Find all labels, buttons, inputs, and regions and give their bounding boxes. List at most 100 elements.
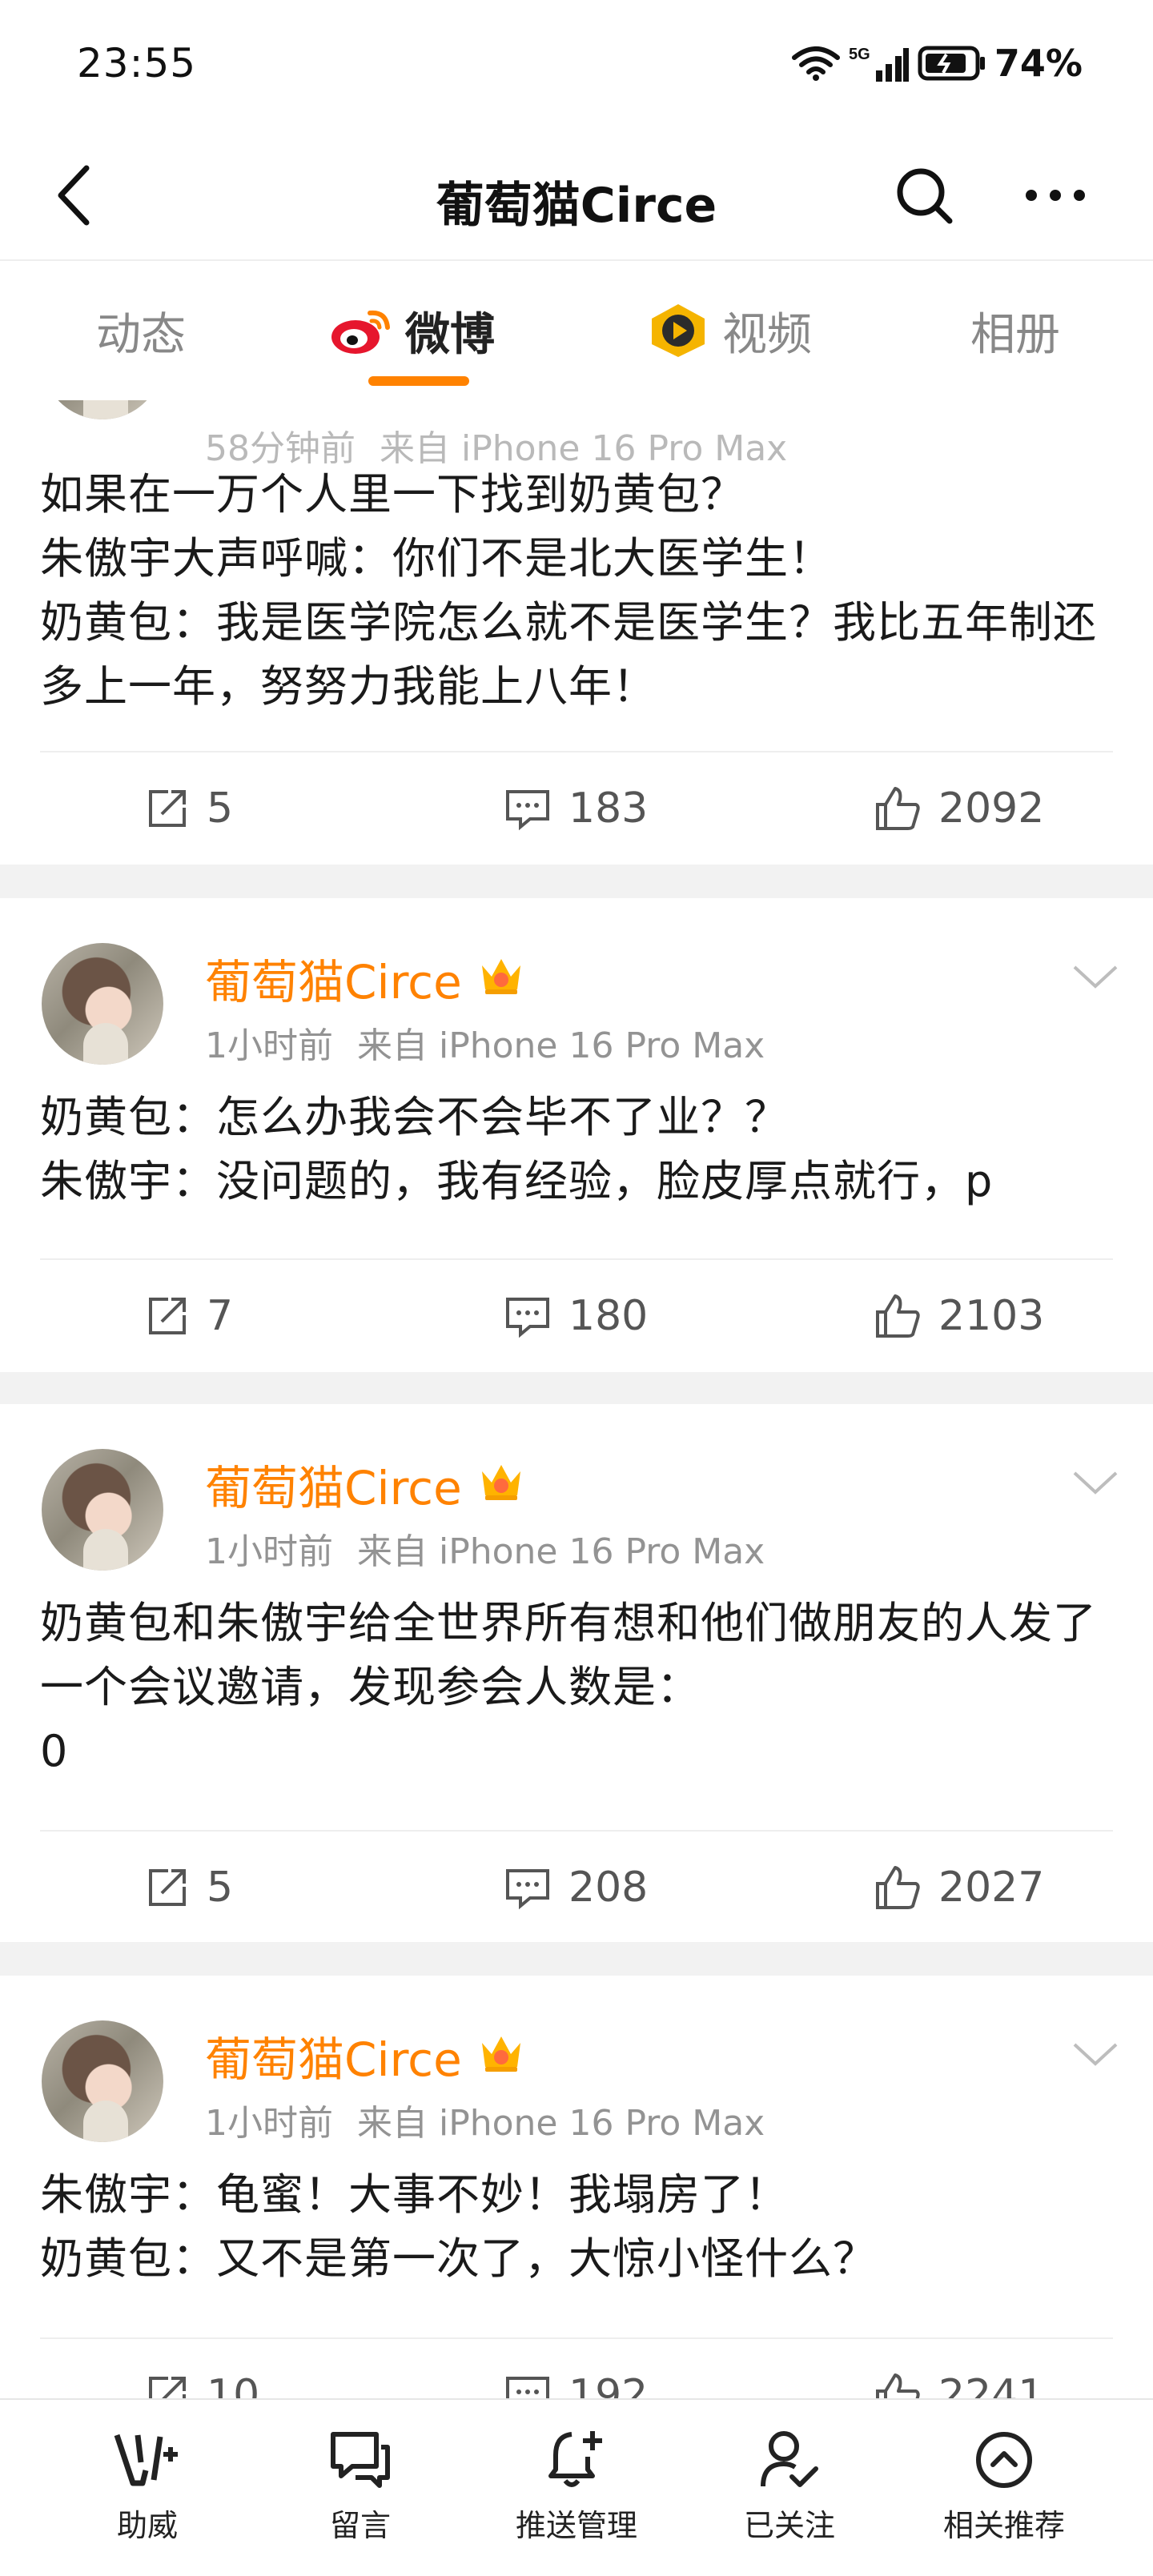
- like-count: 2241: [938, 2371, 1045, 2398]
- repost-count: 10: [207, 2371, 260, 2398]
- post-time: 1小时前: [205, 2103, 333, 2144]
- repost-icon: [149, 2377, 186, 2398]
- search-icon: [897, 168, 953, 224]
- repost-count: 5: [207, 1864, 234, 1912]
- vip-crown-icon: [482, 959, 520, 994]
- comment-button[interactable]: 180: [503, 1260, 648, 1372]
- comment-icon: [506, 790, 549, 831]
- post-time: 1小时前: [205, 1531, 333, 1572]
- post-text: 奶黄包和朱傲宇给全世界所有想和他们做朋友的人发了一个会议邀请，发现参会人数是： …: [40, 1598, 1097, 1776]
- nav-cheer[interactable]: 助威: [59, 2424, 235, 2545]
- tab-dynamic[interactable]: 动态: [96, 295, 186, 367]
- post-card: 葡萄猫Circe 1小时前 来自 iPhone 16 Pro Max 奶黄包和朱傲…: [0, 1404, 1153, 1942]
- post-source: 来自 iPhone 16 Pro Max: [357, 1531, 765, 1572]
- vip-crown-icon: [482, 1465, 520, 1500]
- tab-label: 视频: [722, 308, 812, 361]
- bottom-nav: 助威 留言 推送管理 已关注 相关推荐: [0, 2398, 1153, 2576]
- nav-message[interactable]: 留言: [272, 2424, 448, 2545]
- nav-label: 相关推荐: [942, 2508, 1065, 2543]
- comment-count: 183: [568, 784, 649, 833]
- like-button[interactable]: 2103: [873, 1260, 1044, 1372]
- like-count: 2027: [938, 1864, 1045, 1912]
- thumbs-up-icon: [876, 1866, 920, 1909]
- post-text: 朱傲宇：龟蜜！大事不妙！我塌房了！ 奶黄包：又不是第一次了，大惊小怪什么？: [40, 2169, 877, 2284]
- post-actions: 10 192 2241: [40, 2337, 1113, 2398]
- status-icons: 5G 74%: [791, 42, 1083, 85]
- post-text: 奶黄包：怎么办我会不会毕不了业？？ 朱傲宇：没问题的，我有经验，脸皮厚点就行，p: [40, 1092, 994, 1206]
- repost-button[interactable]: 5: [144, 752, 233, 865]
- nav-recommend[interactable]: 相关推荐: [916, 2424, 1092, 2545]
- more-button[interactable]: [1015, 155, 1095, 235]
- repost-button[interactable]: 7: [144, 1260, 233, 1372]
- wifi-icon: [791, 46, 840, 81]
- comment-count: 192: [568, 2371, 649, 2398]
- post-meta: 1小时前 来自 iPhone 16 Pro Max: [205, 1523, 765, 1574]
- post-card: 葡萄猫Circe 1小时前 来自 iPhone 16 Pro Max 奶黄包：怎么…: [0, 898, 1153, 1372]
- svg-text:5G: 5G: [849, 46, 870, 63]
- avatar[interactable]: [42, 943, 163, 1065]
- like-count: 2092: [938, 784, 1045, 833]
- tab-album[interactable]: 相册: [970, 295, 1060, 367]
- avatar[interactable]: [42, 2020, 163, 2142]
- profile-tabs: 动态 微博 视频 相册: [0, 261, 1153, 400]
- repost-button[interactable]: 10: [144, 2339, 259, 2398]
- battery-icon: [918, 46, 985, 81]
- nav-label: 已关注: [743, 2508, 835, 2543]
- comment-button[interactable]: 183: [503, 752, 648, 865]
- user-check-icon: [761, 2431, 818, 2487]
- post-menu-chevron-icon[interactable]: [1070, 2038, 1121, 2070]
- comment-icon: [506, 1298, 549, 1338]
- top-header: 葡萄猫Circe: [0, 128, 1153, 261]
- post-author[interactable]: 葡萄猫Circe: [205, 2022, 462, 2089]
- post-time: 1小时前: [205, 1025, 333, 1066]
- post-source: 来自 iPhone 16 Pro Max: [357, 1025, 765, 1066]
- comment-button[interactable]: 192: [503, 2339, 648, 2398]
- post-author[interactable]: 葡萄猫Circe: [205, 1451, 462, 1518]
- tab-weibo[interactable]: 微博: [330, 295, 495, 367]
- nav-label: 助威: [116, 2508, 178, 2543]
- post-author[interactable]: 葡萄猫Circe: [205, 945, 462, 1012]
- comment-icon: [506, 2377, 549, 2398]
- comment-icon: [506, 1869, 549, 1910]
- like-button[interactable]: 2092: [873, 752, 1044, 865]
- active-tab-indicator: [368, 376, 469, 386]
- nav-label: 留言: [329, 2508, 391, 2543]
- comment-count: 180: [568, 1292, 649, 1340]
- post-meta: 1小时前 来自 iPhone 16 Pro Max: [205, 1017, 765, 1068]
- battery-percent: 74%: [994, 42, 1083, 85]
- repost-icon: [149, 790, 186, 827]
- message-icon: [331, 2432, 390, 2488]
- tab-video[interactable]: 视频: [647, 295, 812, 367]
- thumbs-up-icon: [876, 2373, 920, 2398]
- bell-plus-icon: [548, 2431, 602, 2487]
- repost-count: 5: [207, 784, 234, 833]
- video-play-icon: [652, 304, 705, 357]
- like-button[interactable]: 2027: [873, 1832, 1044, 1944]
- repost-button[interactable]: 5: [144, 1832, 233, 1944]
- more-dots-icon: [1026, 190, 1085, 201]
- repost-icon: [149, 1298, 186, 1334]
- comment-button[interactable]: 208: [503, 1832, 648, 1944]
- avatar[interactable]: [42, 400, 163, 419]
- signal-5g-icon: 5G: [849, 46, 909, 82]
- repost-count: 7: [207, 1292, 234, 1340]
- post-menu-chevron-icon[interactable]: [1070, 961, 1121, 993]
- like-button[interactable]: 2241: [873, 2339, 1044, 2398]
- chevron-up-circle-icon: [976, 2432, 1032, 2488]
- nav-following[interactable]: 已关注: [701, 2424, 878, 2545]
- post-text: 如果在一万个人里一下找到奶黄包？ 朱傲宇大声呼喊：你们不是北大医学生！ 奶黄包：…: [40, 469, 1097, 712]
- post-menu-chevron-icon[interactable]: [1070, 1467, 1121, 1499]
- post-actions: 5 208 2027: [40, 1830, 1113, 1944]
- nav-push-settings[interactable]: 推送管理: [488, 2424, 665, 2545]
- like-count: 2103: [938, 1292, 1045, 1340]
- post-source: 来自 iPhone 16 Pro Max: [357, 2103, 765, 2144]
- comment-count: 208: [568, 1864, 649, 1912]
- nav-label: 推送管理: [515, 2508, 637, 2543]
- tab-label: 动态: [96, 308, 186, 361]
- vip-crown-icon: [482, 2036, 520, 2072]
- status-bar: 23:55 5G 74%: [0, 0, 1153, 128]
- search-button[interactable]: [884, 155, 964, 235]
- avatar[interactable]: [42, 1449, 163, 1571]
- post-card: 葡萄猫Circe 1小时前 来自 iPhone 16 Pro Max 朱傲宇：龟蜜…: [0, 1976, 1153, 2398]
- post-feed[interactable]: 58分钟前 来自 iPhone 16 Pro Max 如果在一万个人里一下找到奶黄…: [0, 400, 1153, 2398]
